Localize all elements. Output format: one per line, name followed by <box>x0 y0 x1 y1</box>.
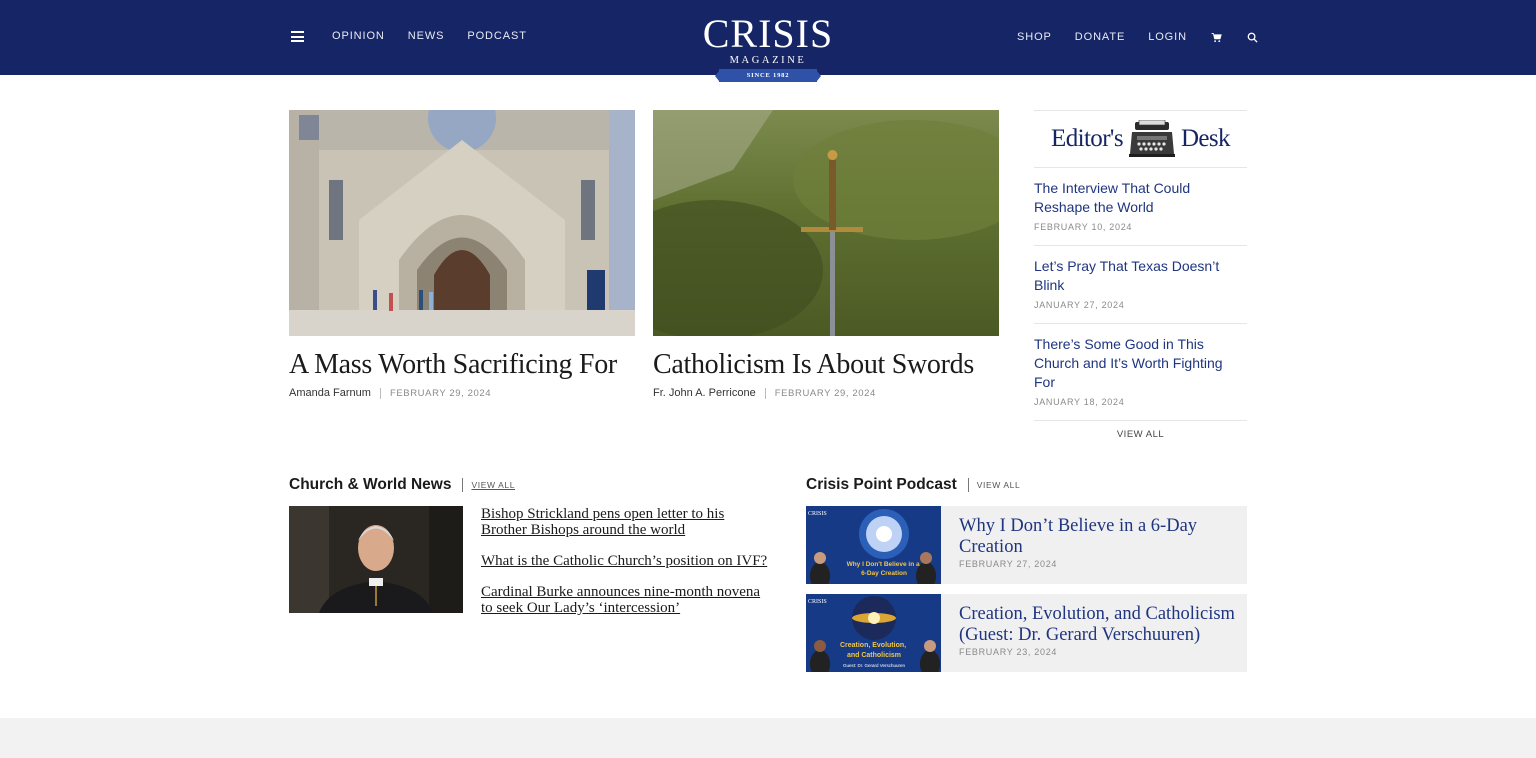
news-image-bishop[interactable] <box>289 506 463 613</box>
menu-icon[interactable] <box>291 31 304 42</box>
editors-desk-item-date: JANUARY 18, 2024 <box>1034 397 1125 407</box>
site-logo[interactable]: CRISIS MAGAZINE SINCE 1982 <box>690 14 846 84</box>
podcast-section-header: Crisis Point Podcast VIEW ALL <box>806 476 1020 494</box>
news-link[interactable]: Cardinal Burke announces nine-month nove… <box>481 584 771 616</box>
section-divider <box>967 478 969 492</box>
editors-desk-heading: Editor's Desk <box>1034 110 1247 168</box>
featured-meta: Amanda Farnum FEBRUARY 29, 2024 <box>289 387 635 399</box>
podcast-thumb-guest: Guest: Dr. Gerard Verschuuren <box>843 663 906 668</box>
news-section-title: Church & World News <box>289 476 452 493</box>
nav-login[interactable]: LOGIN <box>1148 31 1187 43</box>
podcast-text: Creation, Evolution, and Catholicism (Gu… <box>941 594 1247 672</box>
podcast-section-title: Crisis Point Podcast <box>806 476 957 493</box>
editors-desk-item[interactable]: The Interview That Could Reshape the Wor… <box>1034 168 1247 246</box>
podcast-thumb-badge: CRISIS <box>808 599 827 605</box>
podcast-thumbnail: CRISIS Why I Don't Believe in a 6-Day Cr… <box>806 506 941 584</box>
featured-article-2: Catholicism Is About Swords Fr. John A. … <box>653 110 999 399</box>
featured-meta: Fr. John A. Perricone FEBRUARY 29, 2024 <box>653 387 999 399</box>
editors-desk-heading-right: Desk <box>1180 125 1231 152</box>
news-link[interactable]: What is the Catholic Church’s position o… <box>481 553 771 569</box>
podcast-view-all[interactable]: VIEW ALL <box>977 480 1021 490</box>
footer-band <box>0 718 1536 758</box>
news-view-all[interactable]: VIEW ALL <box>471 480 515 490</box>
logo-subtitle: MAGAZINE <box>729 55 807 66</box>
podcast-thumbnail: CRISIS Creation, Evolution, and Catholic… <box>806 594 941 672</box>
podcast-date: FEBRUARY 23, 2024 <box>959 647 1058 657</box>
news-section-header: Church & World News VIEW ALL <box>289 476 515 494</box>
search-icon[interactable] <box>1246 30 1260 44</box>
nav-podcast[interactable]: PODCAST <box>467 30 526 42</box>
podcast-item[interactable]: CRISIS Creation, Evolution, and Catholic… <box>806 594 1247 672</box>
editors-desk-item-date: FEBRUARY 10, 2024 <box>1034 222 1133 232</box>
logo-ribbon: SINCE 1982 <box>715 69 821 82</box>
editors-desk-heading-left: Editor's <box>1051 125 1124 152</box>
nav-donate[interactable]: DONATE <box>1075 31 1125 43</box>
editors-desk-view-all[interactable]: VIEW ALL <box>1034 429 1247 440</box>
podcast-text: Why I Don’t Believe in a 6-Day Creation … <box>941 506 1247 584</box>
featured-image-cathedral[interactable] <box>289 110 635 336</box>
primary-nav: OPINION NEWS PODCAST <box>332 30 527 42</box>
news-link[interactable]: Bishop Strickland pens open letter to hi… <box>481 506 771 538</box>
news-links: Bishop Strickland pens open letter to hi… <box>481 506 771 631</box>
logo-title: CRISIS <box>702 11 834 56</box>
podcast-date: FEBRUARY 27, 2024 <box>959 559 1058 569</box>
featured-title[interactable]: Catholicism Is About Swords <box>653 349 999 381</box>
nav-shop[interactable]: SHOP <box>1017 31 1052 43</box>
featured-author[interactable]: Amanda Farnum <box>289 387 371 399</box>
site-header: OPINION NEWS PODCAST CRISIS MAGAZINE SIN… <box>0 0 1536 82</box>
meta-divider <box>379 387 381 399</box>
editors-desk-item-title[interactable]: Let’s Pray That Texas Doesn’t Blink <box>1034 257 1247 295</box>
editors-desk-item-title[interactable]: There’s Some Good in This Church and It’… <box>1034 335 1247 392</box>
featured-date: FEBRUARY 29, 2024 <box>774 387 876 399</box>
editors-desk-item[interactable]: Let’s Pray That Texas Doesn’t Blink JANU… <box>1034 246 1247 324</box>
cart-icon[interactable] <box>1210 30 1224 44</box>
featured-title[interactable]: A Mass Worth Sacrificing For <box>289 349 635 381</box>
typewriter-icon <box>1128 120 1175 157</box>
podcast-item[interactable]: CRISIS Why I Don't Believe in a 6-Day Cr… <box>806 506 1247 584</box>
podcast-title[interactable]: Creation, Evolution, and Catholicism (Gu… <box>959 604 1237 646</box>
featured-image-sword[interactable] <box>653 110 999 336</box>
featured-article-1: A Mass Worth Sacrificing For Amanda Farn… <box>289 110 635 399</box>
editors-desk-item-title[interactable]: The Interview That Could Reshape the Wor… <box>1034 179 1247 217</box>
secondary-nav: SHOP DONATE LOGIN <box>1017 30 1282 44</box>
nav-news[interactable]: NEWS <box>408 30 445 42</box>
podcast-title[interactable]: Why I Don’t Believe in a 6-Day Creation <box>959 516 1237 558</box>
editors-desk-item-date: JANUARY 27, 2024 <box>1034 300 1125 310</box>
featured-date: FEBRUARY 29, 2024 <box>389 387 492 399</box>
nav-opinion[interactable]: OPINION <box>332 30 385 42</box>
editors-desk-item[interactable]: There’s Some Good in This Church and It’… <box>1034 324 1247 421</box>
podcast-thumb-badge: CRISIS <box>808 511 827 517</box>
featured-author[interactable]: Fr. John A. Perricone <box>653 387 756 399</box>
meta-divider <box>764 387 766 399</box>
section-divider <box>462 478 464 492</box>
editors-desk: Editor's Desk The Interview That Could R… <box>1034 110 1247 440</box>
